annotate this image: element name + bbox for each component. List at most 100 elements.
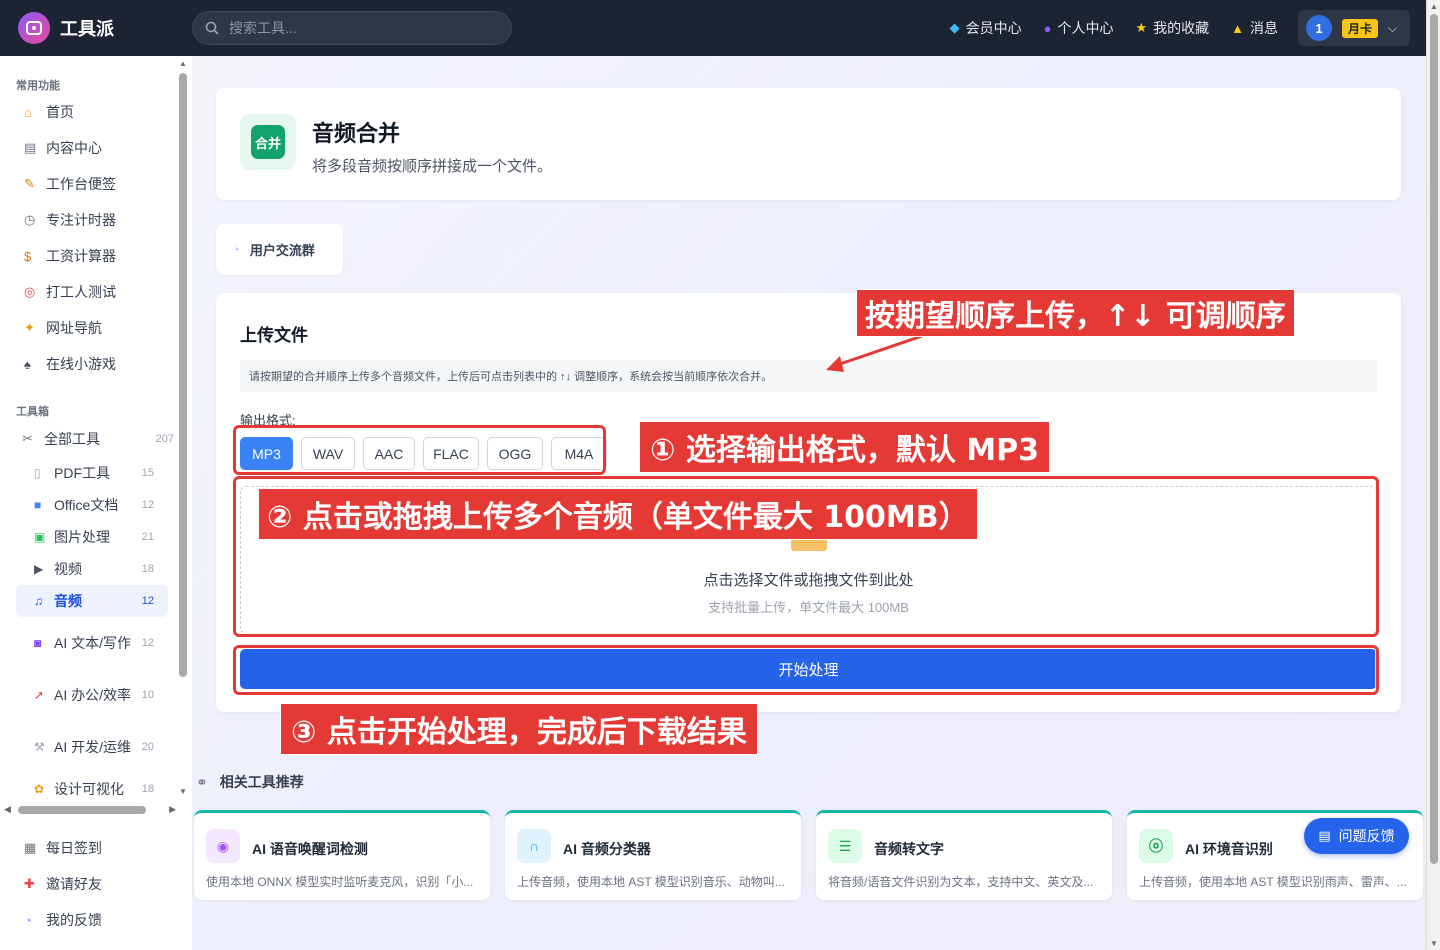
palette-icon: ✿ [34,782,45,796]
annotation-box-formats [233,425,606,475]
user-menu[interactable]: 1 月卡 ⌵ [1298,10,1410,46]
image-icon: ▣ [34,530,46,544]
sidebar-scroll-area: 常用功能 ⌂ 首页 ▤ 内容中心 ✎ 工作台便签 ◷ 专注计时器 $ 工资计算器 ◎ 打工人… [0,56,192,802]
headphones-icon: ∩ [517,829,551,863]
scroll-down-arrow-icon[interactable]: ▼ [1430,939,1438,948]
feedback-button[interactable]: ▤ 问题反馈 [1304,818,1409,854]
user-group-button[interactable]: ◔ 用户交流群 [216,224,343,275]
sidebar-item-invite[interactable]: ✚ 邀请好友 [16,868,168,900]
diamond-icon: ◆ [949,20,960,35]
target-icon: ◎ [24,284,36,299]
sidebar: 常用功能 ⌂ 首页 ▤ 内容中心 ✎ 工作台便签 ◷ 专注计时器 $ 工资计算器 ◎ 打工人… [0,56,192,950]
newspaper-icon: ▤ [24,140,37,155]
wrench-icon: ⚒ [34,740,45,754]
sidebar-section-tools: 工具箱 [16,406,49,418]
sidebar-item-worker-test[interactable]: ◎ 打工人测试 [16,276,168,308]
sidebar-item-url-nav[interactable]: ✦ 网址导航 [16,312,168,344]
sidebar-item-checkin[interactable]: ▦ 每日签到 [16,832,168,864]
sidebar-horizontal-scrollbar[interactable]: ◀ ▶ [4,804,176,816]
sidebar-item-audio[interactable]: ♫ 音频 12 [16,585,168,617]
nav-profile[interactable]: ● 个人中心 [1044,18,1114,38]
sidebar-item-timer[interactable]: ◷ 专注计时器 [16,204,168,236]
robot-icon: ◙ [34,636,42,650]
sidebar-scroll-up-icon[interactable]: ▲ [179,59,187,68]
annotation-order-label: 按期望顺序上传，↑↓ 可调顺序 [856,289,1295,337]
related-tool-card[interactable]: ∩ AI 音频分类器 上传音频，使用本地 AST 模型识别音乐、动物叫... [505,810,801,900]
bell-icon: ▲ [1231,20,1244,36]
upload-title: 上传文件 [240,326,308,345]
nav-messages[interactable]: ▲ 消息 [1231,18,1278,38]
compass-icon: ✦ [24,320,35,335]
office-icon: ■ [34,498,42,512]
related-tools-heading: ⚭ 相关工具推荐 [196,773,304,791]
chevron-down-icon: ⌵ [1388,20,1398,35]
sidebar-item-my-feedback[interactable]: ◔ 我的反馈 [16,904,168,936]
mic-icon: ◉ [206,829,240,863]
sidebar-item-image[interactable]: ▣ 图片处理 21 [16,521,168,553]
membership-badge: 月卡 [1342,18,1379,38]
app-name: 工具派 [60,19,114,39]
nav-vip-center[interactable]: ◆ 会员中心 [950,18,1022,38]
scroll-left-icon[interactable]: ◀ [4,804,11,815]
clapper-icon: ▶ [34,562,44,576]
page-scrollbar[interactable]: ▲ ▼ [1426,0,1440,950]
sidebar-item-ai-dev[interactable]: ⚒ AI 开发/运维 20 [16,723,168,771]
sidebar-item-games[interactable]: ♠ 在线小游戏 [16,348,168,380]
tools-icon: ✂ [22,431,33,446]
search-icon [205,21,219,35]
sidebar-item-ai-office[interactable]: ➚ AI 办公/效率 10 [16,671,168,719]
document-icon: ▤ [1318,828,1331,843]
music-icon: ♫ [34,594,43,608]
page-scrollbar-thumb[interactable] [1430,14,1438,864]
scroll-up-arrow-icon[interactable]: ▲ [1430,2,1438,11]
sidebar-item-ai-text[interactable]: ◙ AI 文本/写作 12 [16,619,168,667]
sidebar-item-pdf[interactable]: ▯ PDF工具 15 [16,457,168,489]
link-icon: ⚭ [196,773,208,790]
calendar-icon: ▦ [24,840,37,855]
rocket-icon: ➚ [34,688,45,702]
sidebar-hscroll-thumb[interactable] [18,806,146,814]
user-icon: ● [1043,20,1052,36]
stopwatch-icon: ◷ [24,212,36,227]
money-bag-icon: $ [24,248,32,264]
annotation-step2-label: ② 点击或拖拽上传多个音频（单文件最大 100MB） [258,488,978,540]
sidebar-scroll-down-icon[interactable]: ▼ [179,787,187,796]
annotation-step1-label: ① 选择输出格式，默认 MP3 [639,421,1051,473]
sidebar-scrollbar-thumb[interactable] [179,73,187,677]
logo-icon [18,12,50,44]
sidebar-scrollbar[interactable]: ▲ ▼ [178,59,188,799]
search-input[interactable]: 搜索工具... [192,11,512,45]
speech-bubble-icon: ◔ [232,242,240,257]
page-title: 音频合并 [312,121,401,146]
search-placeholder: 搜索工具... [229,20,297,36]
logo[interactable]: 工具派 [18,12,192,44]
sidebar-section-common: 常用功能 [16,80,60,92]
main-content: 合并 音频合并 将多段音频按顺序拼接成一个文件。 ◔ 用户交流群 上传文件 请按… [192,56,1426,950]
sidebar-item-office[interactable]: ■ Office文档 12 [16,489,168,521]
upload-hint: 请按期望的合并顺序上传多个音频文件，上传后可点击列表中的 ↑↓ 调整顺序，系统会… [240,360,1377,392]
transcript-icon: ☰ [828,829,862,863]
top-bar: 工具派 搜索工具... ◆ 会员中心 ● 个人中心 ★ 我的收藏 ▲ 消息 1 月卡 ⌵ [0,0,1426,56]
sidebar-item-video[interactable]: ▶ 视频 18 [16,553,168,585]
related-tool-card[interactable]: ◉ AI 语音唤醒词检测 使用本地 ONNX 模型实时监听麦克风，识别「小... [194,810,490,900]
star-icon: ★ [1135,20,1148,35]
sidebar-item-notes[interactable]: ✎ 工作台便签 [16,168,168,200]
sidebar-item-design[interactable]: ✿ 设计可视化 18 [16,773,168,802]
merge-icon: 合并 [240,114,296,170]
scroll-right-icon[interactable]: ▶ [169,804,176,815]
nav-favorites[interactable]: ★ 我的收藏 [1135,18,1209,38]
gamepad-icon: ♠ [24,356,31,372]
annotation-step3-label: ③ 点击开始处理，完成后下载结果 [280,703,758,755]
sidebar-item-all-tools[interactable]: ✂ 全部工具 207 [16,424,176,454]
memo-icon: ✎ [24,176,35,191]
annotation-box-start [233,645,1379,695]
sidebar-item-home[interactable]: ⌂ 首页 [16,96,168,128]
speech-bubble-icon: ◔ [24,912,32,928]
sidebar-item-salary[interactable]: $ 工资计算器 [16,240,168,272]
all-tools-count: 207 [155,433,174,445]
tool-header-card: 合并 音频合并 将多段音频按顺序拼接成一个文件。 [216,88,1401,200]
pdf-icon: ▯ [34,466,41,480]
sidebar-item-content[interactable]: ▤ 内容中心 [16,132,168,164]
ear-icon: ⓞ [1139,829,1173,863]
related-tool-card[interactable]: ☰ 音频转文字 将音频/语音文件识别为文本，支持中文、英文及... [816,810,1112,900]
